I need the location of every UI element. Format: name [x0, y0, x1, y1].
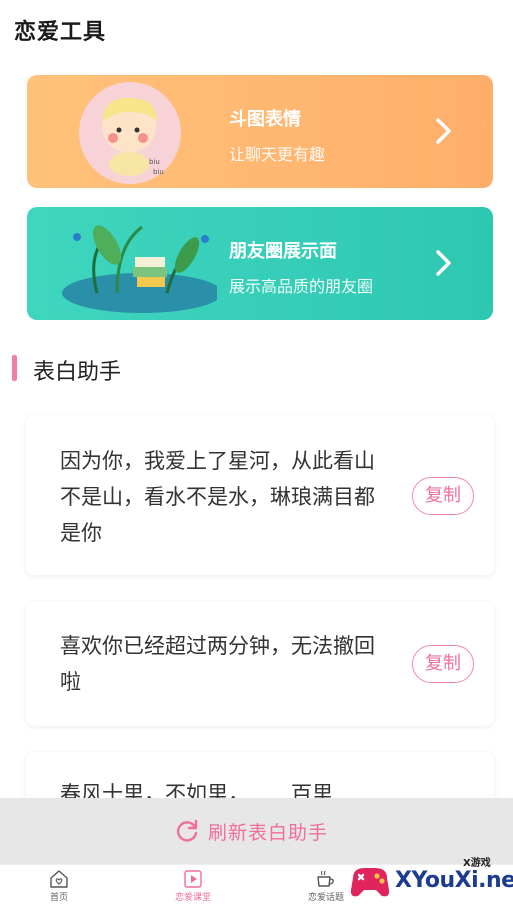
gamepad-logo-icon: [350, 868, 390, 897]
confession-card: 因为你，我爱上了星河，从此看山不是山，看水不是水，琳琅满目都是你 复制: [26, 415, 494, 575]
chevron-right-icon: [436, 118, 451, 144]
confession-text: 喜欢你已经超过两分钟，无法撤回啦: [60, 634, 375, 694]
page-title: 恋爱工具: [14, 20, 107, 45]
cartoon-boy-icon: biu biu: [102, 97, 164, 176]
banner-title: 朋友圈展示面: [229, 241, 337, 262]
confession-card: 喜欢你已经超过两分钟，无法撤回啦 复制: [26, 602, 494, 726]
confession-text: 因为你，我爱上了星河，从此看山不是山，看水不是水，琳琅满目都是你: [60, 449, 375, 545]
tab-label: 恋爱课堂: [174, 893, 211, 903]
section-accent-bar: [12, 355, 17, 381]
chevron-right-icon: [436, 250, 451, 276]
section-title: 表白助手: [33, 360, 122, 385]
copy-button[interactable]: 复制: [412, 477, 474, 515]
tab-label: 首页: [49, 893, 68, 903]
header-bar: 恋爱工具: [0, 0, 513, 62]
tab-course[interactable]: 恋爱课堂: [153, 869, 233, 903]
cup-icon: [317, 870, 334, 887]
play-icon: [184, 870, 202, 888]
heart-home-icon: [50, 870, 68, 888]
banner-title: 斗图表情: [229, 109, 301, 130]
confession-text: 春风十里，不如里，……百里: [60, 782, 333, 798]
watermark-small-text: X游戏: [463, 858, 491, 869]
cartoon-avatar: biu biu: [79, 82, 181, 184]
banner-subtitle: 展示高品质的朋友圈: [229, 277, 374, 296]
main-content: biu biu 斗图表情 让聊天更有趣 朋友圈展示面 展示高品质的朋友圈 表白助…: [0, 62, 513, 798]
confession-card: 春风十里，不如里，……百里: [26, 752, 494, 798]
svg-text:biu: biu: [149, 158, 160, 166]
sticker-banner[interactable]: biu biu 斗图表情 让聊天更有趣: [27, 75, 493, 188]
banner-subtitle: 让聊天更有趣: [229, 145, 326, 164]
site-watermark: X游戏 XYouXi.net: [343, 852, 513, 907]
tab-home[interactable]: 首页: [19, 869, 99, 903]
watermark-text: XYouXi.net: [395, 868, 513, 893]
plant-illustration-icon: [62, 225, 217, 313]
refresh-label: 刷新表白助手: [208, 821, 329, 844]
refresh-icon: [176, 819, 198, 842]
moments-banner[interactable]: 朋友圈展示面 展示高品质的朋友圈: [27, 207, 493, 320]
svg-text:biu: biu: [153, 168, 164, 176]
copy-button[interactable]: 复制: [412, 645, 474, 683]
refresh-button[interactable]: 刷新表白助手: [174, 816, 328, 846]
